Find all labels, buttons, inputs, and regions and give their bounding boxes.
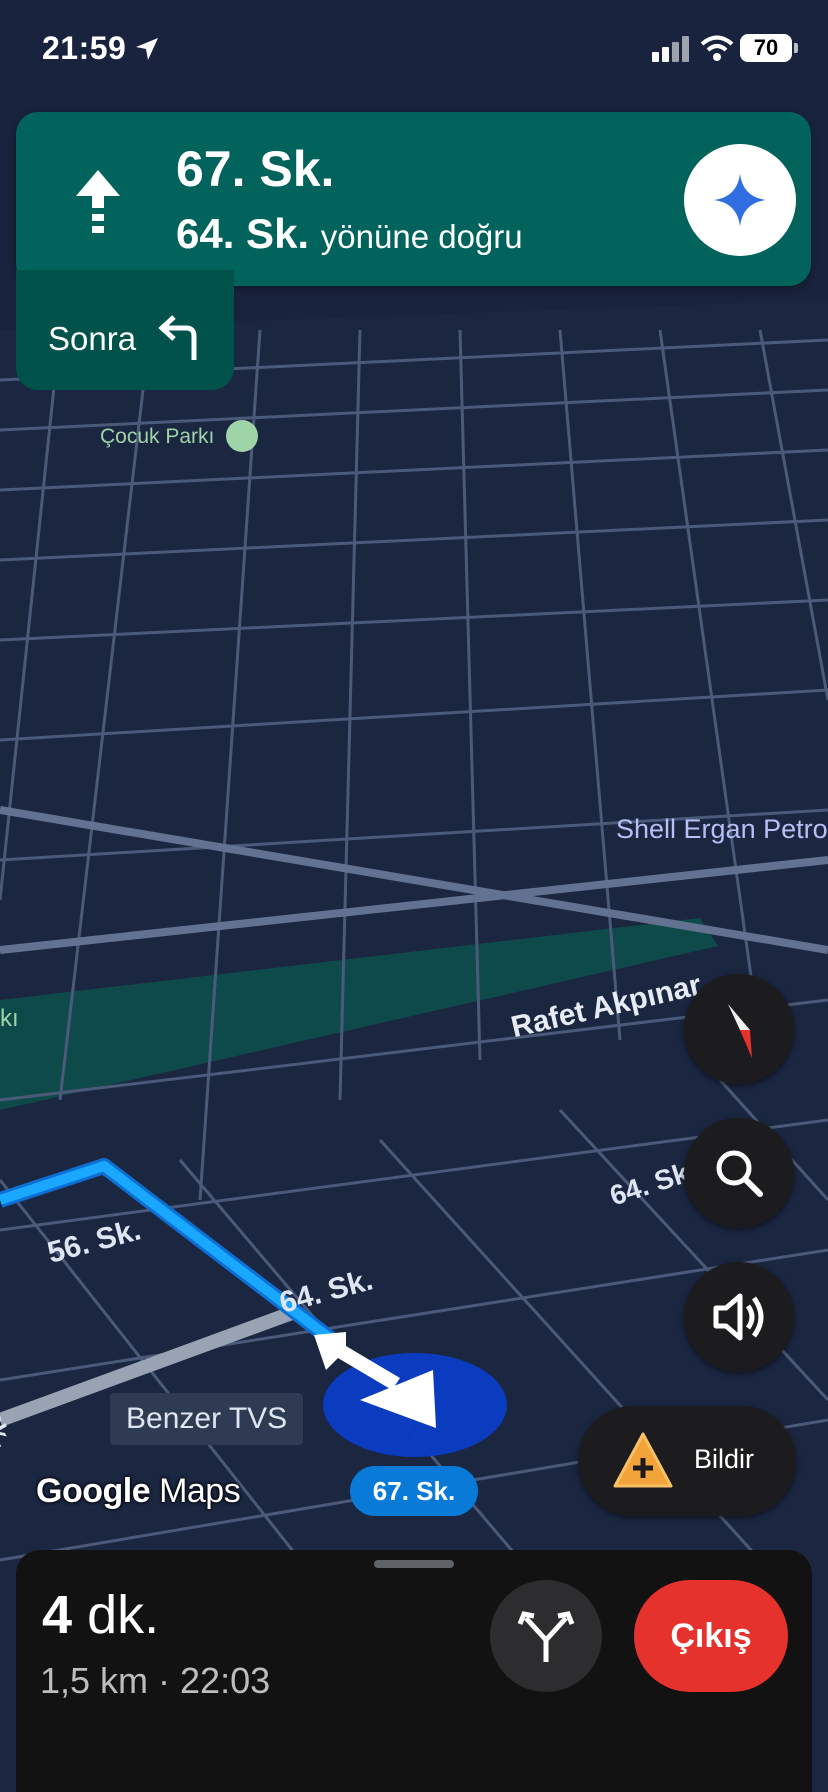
battery-tip [794,43,798,53]
towards-street-name: 64. Sk. [176,210,310,257]
location-arrow-icon [136,38,158,60]
towards-street: 64. Sk. yönüne doğru [176,210,523,258]
exit-navigation-button[interactable]: Çıkış [634,1580,788,1692]
towards-suffix: yönüne doğru [320,218,523,255]
turn-left-icon [158,315,197,360]
tree-icon [226,420,258,452]
trip-duration-value: 4 [42,1585,73,1645]
alt-routes-icon [517,1611,575,1662]
report-button[interactable]: Bildir [578,1406,796,1516]
google-maps-logo: Google Maps [36,1472,241,1511]
map-label-ki: kı [0,1005,19,1032]
wifi-icon [700,35,734,61]
sheet-drag-handle[interactable] [374,1560,454,1568]
sparkle-icon [714,174,766,226]
compass-icon [728,1004,752,1058]
map-label-shell: Shell Ergan Petro [616,814,828,844]
then-label: Sonra [48,320,137,357]
logo-google: Google [36,1472,151,1510]
cellular-signal-icon [652,36,689,62]
warning-add-icon [613,1432,673,1488]
trip-distance-eta: 1,5 km · 22:03 [40,1660,271,1701]
straight-arrow-icon [76,170,120,233]
current-street-name: 67. Sk. [176,141,335,197]
alternate-routes-button[interactable] [490,1580,602,1692]
trip-duration-unit: dk. [87,1585,160,1645]
current-street-pill: 67. Sk. [350,1466,478,1516]
search-button[interactable] [684,1118,794,1228]
status-time: 21:59 [42,30,127,66]
status-bar: 21:59 70 [0,0,828,96]
compass-button[interactable] [684,974,794,1084]
trip-duration: 4 dk. [42,1584,159,1646]
sound-button[interactable] [684,1262,794,1372]
map-label-park: Çocuk Parkı [100,425,215,448]
logo-maps: Maps [159,1472,241,1510]
search-icon [716,1150,763,1197]
poi-benzer-tvs[interactable]: Benzer TVS [110,1393,304,1445]
gemini-button[interactable] [684,144,796,256]
battery-level: 70 [740,34,792,62]
volume-icon [713,1293,764,1341]
report-label: Bildir [694,1444,755,1474]
